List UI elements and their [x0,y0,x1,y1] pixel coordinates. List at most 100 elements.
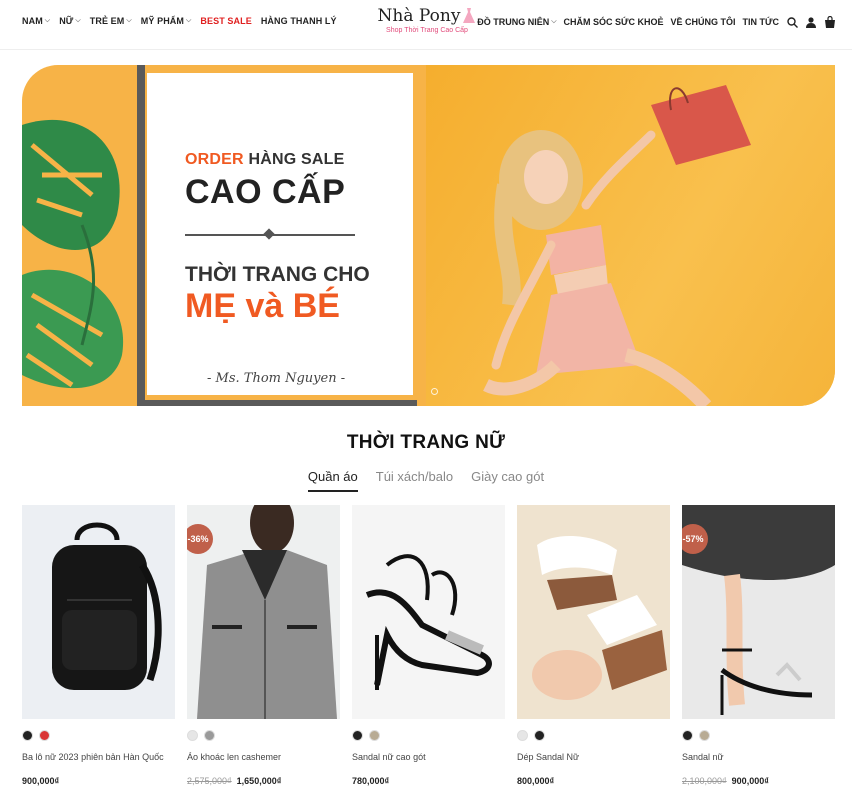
color-swatches [187,730,340,741]
search-icon[interactable] [786,16,798,28]
hero-photo [426,65,835,406]
current-price: 800,000₫ [517,776,555,786]
hero-signature: - Ms. Thom Nguyen - [207,371,346,386]
logo-name: Nhà Pony [372,6,482,26]
product-name[interactable]: Ba lô nữ 2023 phiên bản Hàn Quốc [22,752,175,764]
product-card[interactable]: Ba lô nữ 2023 phiên bản Hàn Quốc 900,000… [22,505,175,786]
nav-item-hang-thanh-ly[interactable]: HÀNG THANH LÝ [261,16,337,26]
carousel-dot[interactable] [431,388,438,395]
nav-item-nam[interactable]: NAM ⌵ [22,16,50,26]
hero-accent-text: ORDER [185,151,244,168]
main-nav-right: ĐỒ TRUNG NIÊN ⌵ CHĂM SÓC SỨC KHOẺ VỀ CHÚN… [477,16,836,28]
swatch-gray[interactable] [204,730,215,741]
heeled-sandal-image [365,554,492,690]
product-price: 900,000₫ [22,776,175,786]
product-name[interactable]: Áo khoác len cashemer [187,752,340,764]
swatch-black[interactable] [682,730,693,741]
color-swatches [352,730,505,741]
product-image[interactable]: -57% [682,505,835,719]
nav-item-ve-chung-toi[interactable]: VỀ CHÚNG TÔI [671,17,736,27]
nav-item-nu[interactable]: NỮ ⌵ [59,16,81,26]
chevron-down-icon: ⌵ [186,17,192,24]
product-card[interactable]: Sandal nữ cao gót 780,000₫ [352,505,505,786]
user-icon[interactable] [805,16,817,28]
color-swatches [22,730,175,741]
product-price: 780,000₫ [352,776,505,786]
product-image[interactable] [22,505,175,719]
cart-icon[interactable] [824,16,836,28]
nav-item-cham-soc-suc-khoe[interactable]: CHĂM SÓC SỨC KHOẺ [564,17,664,27]
category-tabs: Quần áo Túi xách/balo Giày cao gót [0,469,852,492]
swatch-light-gray[interactable] [187,730,198,741]
monstera-leaf-illustration [22,119,124,389]
chevron-down-icon: ⌵ [75,17,81,24]
dress-icon [463,8,476,23]
product-name[interactable]: Sandal nữ [682,752,835,764]
tab-giay-cao-got[interactable]: Giày cao gót [471,469,544,492]
nav-item-best-sale[interactable]: BEST SALE [200,16,251,26]
current-price: 780,000₫ [352,776,390,786]
nav-label: NAM [22,16,43,26]
model-with-shopping-bag-illustration [483,85,751,406]
main-nav-left: NAM ⌵ NỮ ⌵ TRẺ EM ⌵ MỸ PHẨM ⌵ BEST SALE HÀNG… [22,16,337,26]
promo-card: ORDER HÀNG SALE CAO CẤP THỜI TRANG CHO M… [137,65,417,406]
site-header: NAM ⌵ NỮ ⌵ TRẺ EM ⌵ MỸ PHẨM ⌵ BEST SALE HÀNG… [0,0,852,50]
hero-line-4: MẸ và BÉ [185,287,340,325]
current-price: 900,000₫ [22,776,60,786]
product-card[interactable]: Dép Sandal Nữ 800,000₫ [517,505,670,786]
current-price: 900,000₫ [731,776,769,786]
section-title: THỜI TRANG NỮ [346,432,506,453]
nav-label: MỸ PHẨM [140,16,184,26]
product-image[interactable] [517,505,670,719]
color-swatches [682,730,835,741]
swatch-beige[interactable] [699,730,710,741]
product-price: 800,000₫ [517,776,670,786]
product-grid: Ba lô nữ 2023 phiên bản Hàn Quốc 900,000… [22,505,835,786]
nav-item-do-trung-nien[interactable]: ĐỒ TRUNG NIÊN ⌵ [477,17,556,27]
swatch-red[interactable] [39,730,50,741]
old-price: 2,100,000₫ [682,776,727,786]
nav-label: TRẺ EM [89,16,125,26]
logo-text: Nhà Pony [377,6,461,26]
nav-item-my-pham[interactable]: MỸ PHẨM ⌵ [141,16,192,26]
logo-tagline: Shop Thời Trang Cao Cấp [386,27,468,34]
nav-label: HÀNG THANH LÝ [260,16,337,26]
nav-label: VỀ CHÚNG TÔI [670,17,736,27]
slide-sandal-image [532,535,667,700]
nav-item-tre-em[interactable]: TRẺ EM ⌵ [90,16,132,26]
nav-label: NỮ [59,16,74,26]
old-price: 2,575,000₫ [187,776,232,786]
product-card[interactable]: -36% Áo khoác len cashemer 2,575,000₫ 1,6… [187,505,340,786]
nav-label: CHĂM SÓC SỨC KHOẺ [563,17,664,27]
nav-label: ĐỒ TRUNG NIÊN [477,17,550,27]
color-swatches [517,730,670,741]
tab-quan-ao[interactable]: Quần áo [307,469,358,492]
hero-line-1: ORDER HÀNG SALE [185,151,344,169]
nav-label: TIN TỨC [742,17,779,27]
nav-label: BEST SALE [200,16,252,26]
chevron-down-icon: ⌵ [551,18,557,25]
product-name[interactable]: Dép Sandal Nữ [517,752,670,764]
hero-banner[interactable]: ORDER HÀNG SALE CAO CẤP THỜI TRANG CHO M… [22,65,835,406]
product-name[interactable]: Sandal nữ cao gót [352,752,505,764]
swatch-black[interactable] [22,730,33,741]
site-logo[interactable]: Nhà Pony Shop Thời Trang Cao Cấp [372,6,482,34]
hero-line-2: CAO CẤP [185,173,346,211]
product-price: 2,575,000₫ 1,650,000₫ [187,776,340,786]
product-image[interactable]: -36% [187,505,340,719]
product-image[interactable] [352,505,505,719]
chevron-down-icon: ⌵ [44,17,51,24]
product-price: 2,100,000₫ 900,000₫ [682,776,835,786]
swatch-black[interactable] [534,730,545,741]
chevron-down-icon: ⌵ [126,17,132,24]
tab-tui-xach-balo[interactable]: Túi xách/balo [376,469,453,492]
hero-line-3: THỜI TRANG CHO [185,263,370,286]
swatch-beige[interactable] [369,730,380,741]
current-price: 1,650,000₫ [236,776,282,786]
nav-item-tin-tuc[interactable]: TIN TỨC [743,17,779,27]
hero-line-1-rest: HÀNG SALE [248,151,345,168]
product-card[interactable]: -57% Sandal nữ 2,100,000₫ 900,000₫ [682,505,835,786]
swatch-light-gray[interactable] [517,730,528,741]
swatch-black[interactable] [352,730,363,741]
backpack-image [52,522,162,690]
